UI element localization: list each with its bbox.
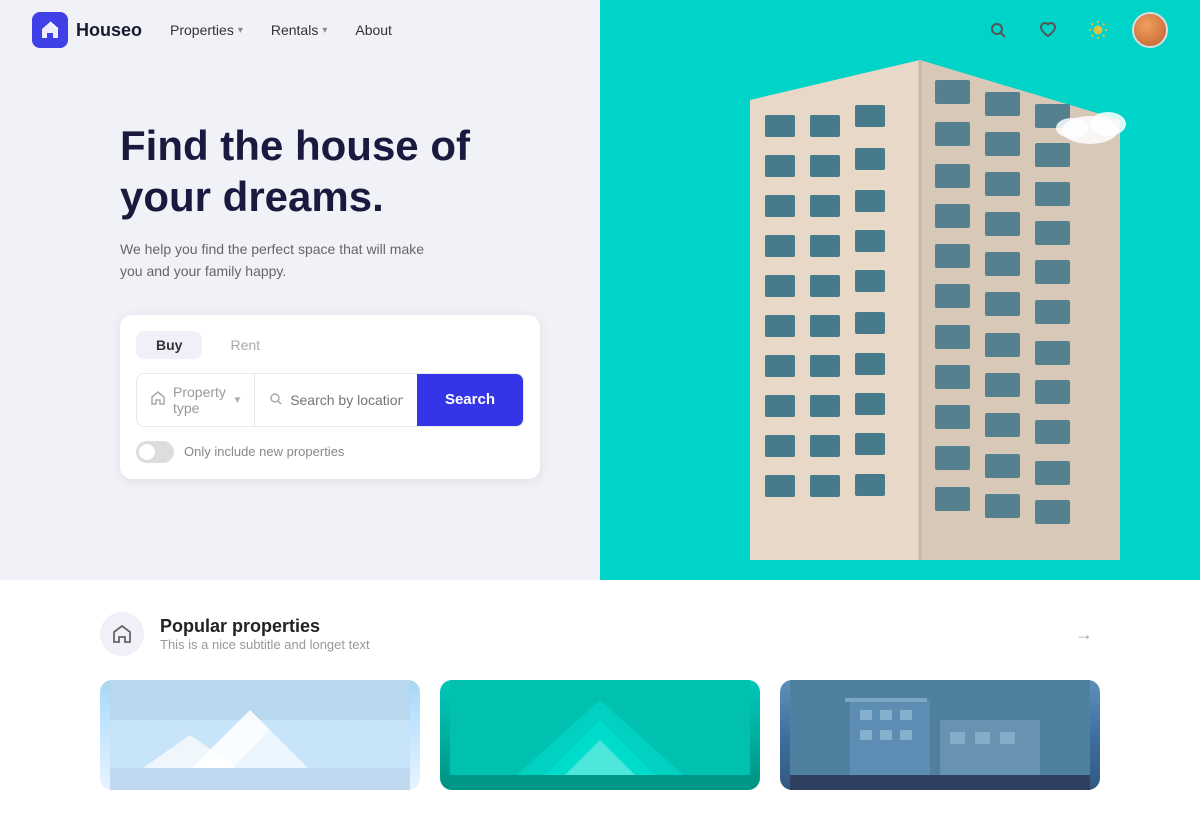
tab-buy[interactable]: Buy — [136, 331, 202, 359]
property-type-dropdown[interactable]: Property type ▾ — [137, 374, 255, 426]
hero-title: Find the house of your dreams. — [120, 121, 540, 222]
search-icon — [269, 392, 282, 408]
building-illustration — [600, 0, 1200, 580]
popular-title: Popular properties — [160, 616, 1052, 637]
nav-left: Houseo Properties ▾ Rentals ▾ About — [32, 12, 392, 48]
card-1-image — [100, 680, 420, 790]
avatar-image — [1134, 14, 1166, 46]
chevron-down-icon: ▾ — [322, 25, 327, 36]
hero-left: Find the house of your dreams. We help y… — [0, 0, 600, 580]
hero-right — [600, 0, 1200, 580]
chevron-down-icon: ▾ — [238, 25, 243, 36]
avatar[interactable] — [1132, 12, 1168, 48]
card-2-image — [440, 680, 760, 790]
property-card-3[interactable] — [780, 680, 1100, 790]
search-button[interactable] — [982, 14, 1014, 46]
hero-background — [600, 0, 1200, 580]
card-3-image — [780, 680, 1100, 790]
property-card-1[interactable] — [100, 680, 420, 790]
property-cards-row — [100, 680, 1100, 790]
home-icon — [151, 391, 165, 408]
theme-toggle-button[interactable] — [1082, 14, 1114, 46]
nav-link-rentals[interactable]: Rentals ▾ — [271, 22, 328, 38]
location-input[interactable] — [290, 392, 403, 408]
new-properties-toggle[interactable] — [136, 441, 174, 463]
nav-link-about[interactable]: About — [355, 22, 392, 38]
nav-link-properties[interactable]: Properties ▾ — [170, 22, 243, 38]
logo-icon — [32, 12, 68, 48]
popular-subtitle: This is a nice subtitle and longet text — [160, 637, 1052, 652]
location-input-wrap — [255, 374, 417, 426]
see-all-arrow-button[interactable]: → — [1068, 618, 1100, 650]
navbar: Houseo Properties ▾ Rentals ▾ About — [0, 0, 1200, 60]
property-card-2[interactable] — [440, 680, 760, 790]
tab-rent[interactable]: Rent — [210, 331, 280, 359]
section-title-block: Popular properties This is a nice subtit… — [160, 616, 1052, 652]
search-box: Buy Rent Property type ▾ — [120, 315, 540, 479]
section-header: Popular properties This is a nice subtit… — [100, 612, 1100, 656]
section-icon — [100, 612, 144, 656]
search-button[interactable]: Search — [417, 374, 523, 426]
chevron-down-icon: ▾ — [235, 393, 241, 406]
toggle-row: Only include new properties — [136, 441, 524, 463]
nav-right — [982, 12, 1168, 48]
toggle-label: Only include new properties — [184, 444, 344, 459]
favorites-button[interactable] — [1032, 14, 1064, 46]
search-row: Property type ▾ Search — [136, 373, 524, 427]
property-type-label: Property type — [173, 384, 227, 416]
logo-text: Houseo — [76, 20, 142, 41]
popular-section: Popular properties This is a nice subtit… — [0, 580, 1200, 822]
hero-subtitle: We help you find the perfect space that … — [120, 238, 440, 283]
search-tabs: Buy Rent — [136, 331, 524, 359]
hero-section: Find the house of your dreams. We help y… — [0, 0, 1200, 580]
logo[interactable]: Houseo — [32, 12, 142, 48]
